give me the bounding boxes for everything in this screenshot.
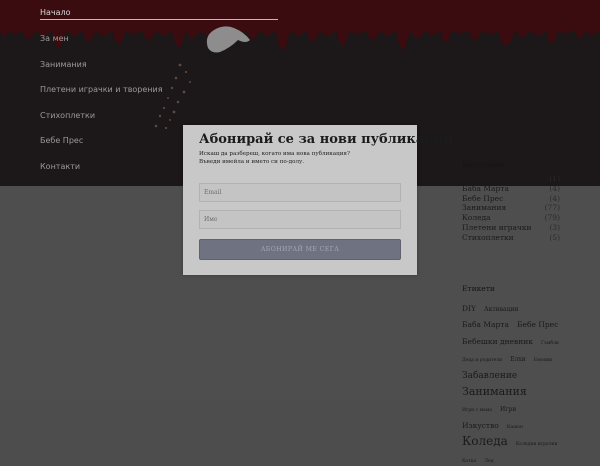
- tag-link[interactable]: Гъмбли: [541, 341, 559, 347]
- tag-link[interactable]: Игри: [500, 407, 516, 414]
- name-field[interactable]: [199, 210, 401, 229]
- categories-title: Категории: [462, 160, 505, 169]
- sidebar: Категории DIY (1) Баба Марта (4) Бебе Прес…: [462, 160, 600, 466]
- nav-label: Бебе Прес: [40, 136, 84, 145]
- tag-link[interactable]: Емоции: [534, 358, 552, 364]
- tag-link[interactable]: Игри с мама: [462, 409, 492, 414]
- category-count: (79): [544, 213, 560, 223]
- nav-item-home[interactable]: Начало: [40, 0, 278, 20]
- tag-link[interactable]: Кашон: [507, 425, 523, 431]
- category-item[interactable]: Коледа (79): [462, 213, 560, 223]
- category-item[interactable]: Стихоплетки (5): [462, 233, 560, 243]
- category-name: Занимания: [462, 203, 507, 213]
- nav-label: Контакти: [40, 161, 81, 171]
- tag-link[interactable]: Деца и родители: [462, 358, 502, 364]
- tag-link[interactable]: Баба Марта: [462, 321, 509, 329]
- category-item[interactable]: Занимания (77): [462, 203, 560, 213]
- category-item[interactable]: Плетени играчки (3): [462, 223, 560, 233]
- category-count: (1): [549, 174, 560, 183]
- tag-link[interactable]: Бебешки дневник: [462, 338, 533, 346]
- categories-list: DIY (1) Баба Марта (4) Бебе Прес (4) Занима…: [462, 174, 600, 243]
- category-count: (5): [549, 232, 560, 242]
- nav-label: Занимания: [40, 59, 87, 69]
- tag-link[interactable]: Котка: [462, 459, 476, 465]
- category-name: Баба Марта: [462, 183, 509, 193]
- category-count: (4): [549, 193, 560, 203]
- tag-link[interactable]: Бебе Прес: [517, 321, 558, 329]
- modal-description: Искаш да разбереш, когато има нова публи…: [199, 151, 350, 165]
- category-count: (4): [549, 183, 560, 193]
- tag-link[interactable]: Елхи: [510, 356, 526, 363]
- tag-link[interactable]: Изкуство: [462, 422, 499, 430]
- tag-link[interactable]: Лед: [484, 459, 493, 465]
- nav-item-activities[interactable]: Занимания: [40, 52, 278, 78]
- tags-title: Етикети: [462, 283, 495, 293]
- tag-link[interactable]: Коледни играчки: [516, 442, 558, 448]
- category-count: (77): [544, 203, 560, 213]
- tag-link[interactable]: Активации: [484, 306, 518, 313]
- category-name: Стихоплетки: [462, 232, 514, 242]
- nav-label: Плетени играчки и творения: [40, 85, 163, 94]
- category-item[interactable]: DIY (1): [462, 174, 560, 184]
- nav-label: Стихоплетки: [40, 110, 96, 120]
- tag-link[interactable]: Коледа: [462, 435, 508, 448]
- email-field[interactable]: [199, 183, 401, 202]
- nav-item-about[interactable]: За мен: [40, 26, 278, 52]
- nav-label: За мен: [40, 34, 69, 43]
- tag-link[interactable]: Забавление: [462, 371, 517, 381]
- category-name: Коледа: [462, 213, 491, 223]
- subscribe-modal: Абонирай се за нови публикации Искаш да …: [183, 125, 453, 275]
- tag-link[interactable]: DIY: [462, 304, 476, 313]
- nav-label: Начало: [40, 8, 71, 17]
- category-name: Плетени играчки: [462, 222, 532, 232]
- category-name: DIY: [462, 174, 476, 183]
- modal-title: Абонирай се за нови публикации: [199, 132, 454, 147]
- category-item[interactable]: Бебе Прес (4): [462, 194, 560, 204]
- category-item[interactable]: Баба Марта (4): [462, 184, 560, 194]
- nav-item-knitted-toys[interactable]: Плетени играчки и творения: [40, 77, 278, 103]
- category-name: Бебе Прес: [462, 193, 504, 203]
- subscribe-button[interactable]: АБОНИРАЙ МЕ СЕГА: [199, 239, 401, 260]
- tag-cloud: DIY Активации Баба Марта Бебе Прес Бебеш…: [462, 298, 562, 466]
- category-count: (3): [549, 222, 560, 232]
- tag-link[interactable]: Занимания: [462, 386, 527, 398]
